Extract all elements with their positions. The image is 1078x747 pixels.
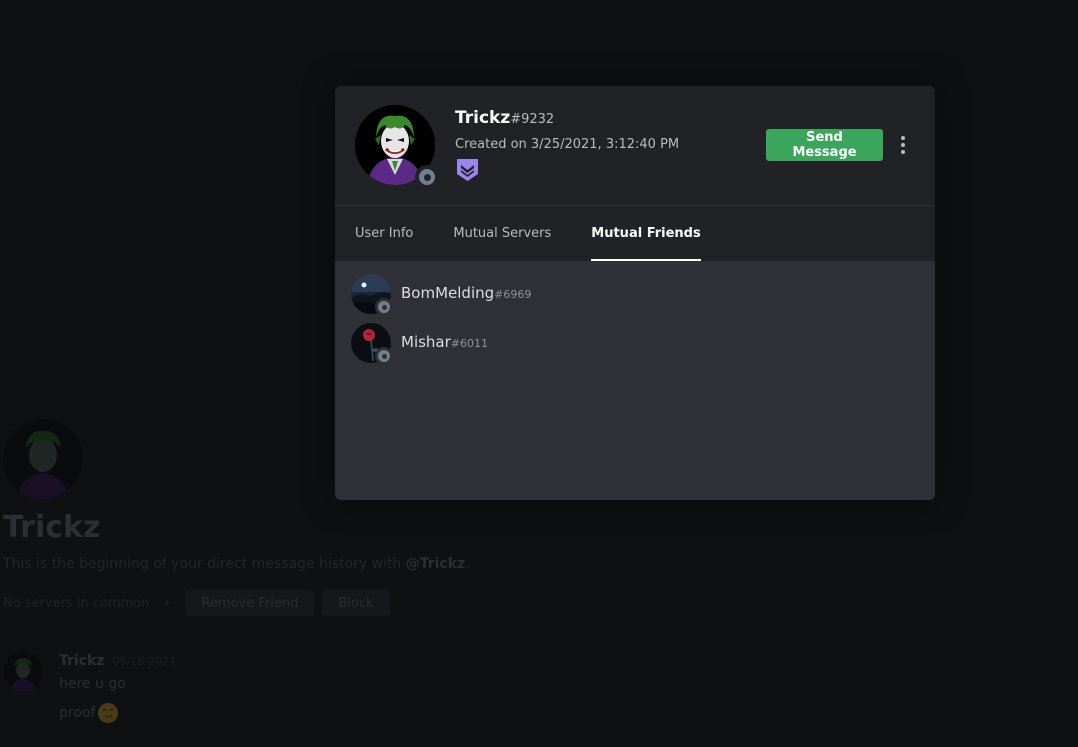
profile-created-date: Created on 3/25/2021, 3:12:40 PM <box>455 137 680 152</box>
friend-name: Mishar#6011 <box>401 333 489 351</box>
joker-avatar-icon <box>10 657 36 692</box>
separator-dot <box>165 601 170 605</box>
message-avatar[interactable] <box>3 652 43 692</box>
offline-status-icon <box>375 298 393 316</box>
profile-avatar <box>355 105 439 189</box>
profile-username: Trickz#9232 <box>455 108 555 128</box>
tab-mutual-friends[interactable]: Mutual Friends <box>591 206 701 261</box>
mutual-friend-item[interactable]: Mishar#6011 <box>351 323 751 365</box>
joker-avatar-icon <box>17 430 69 499</box>
profile-tabs: User Info Mutual Servers Mutual Friends <box>355 206 741 261</box>
dm-header-avatar <box>3 419 83 499</box>
smirk-emoji-icon <box>98 703 119 723</box>
remove-friend-button[interactable]: Remove Friend <box>185 590 315 616</box>
block-button[interactable]: Block <box>322 590 390 616</box>
send-message-button[interactable]: Send Message <box>766 129 883 161</box>
friend-discriminator: #6969 <box>494 288 532 301</box>
dm-header-actions: No servers in common Remove Friend Block <box>3 590 398 616</box>
offline-status-icon <box>375 347 393 365</box>
message-line: here u go <box>59 676 126 692</box>
mutual-friend-item[interactable]: BomMelding#6969 <box>351 274 751 316</box>
friend-name: BomMelding#6969 <box>401 284 532 302</box>
offline-status-icon <box>415 165 439 189</box>
more-options-icon[interactable] <box>895 132 911 158</box>
no-servers-text: No servers in common <box>3 595 150 611</box>
user-profile-modal: Trickz#9232 Created on 3/25/2021, 3:12:4… <box>335 86 935 500</box>
message-timestamp: 05/18/2021 <box>112 655 176 668</box>
message-author[interactable]: Trickz 05/18/2021 <box>59 653 176 669</box>
dm-header-description: This is the beginning of your direct mes… <box>3 556 470 572</box>
friend-discriminator: #6011 <box>450 337 489 350</box>
profile-discriminator: #9232 <box>510 112 555 127</box>
dm-header-title: Trickz <box>3 510 101 545</box>
message-line: proof <box>59 702 119 724</box>
tab-mutual-servers[interactable]: Mutual Servers <box>453 206 551 261</box>
tab-user-info[interactable]: User Info <box>355 206 413 261</box>
hypesquad-badge-icon[interactable] <box>456 158 479 182</box>
